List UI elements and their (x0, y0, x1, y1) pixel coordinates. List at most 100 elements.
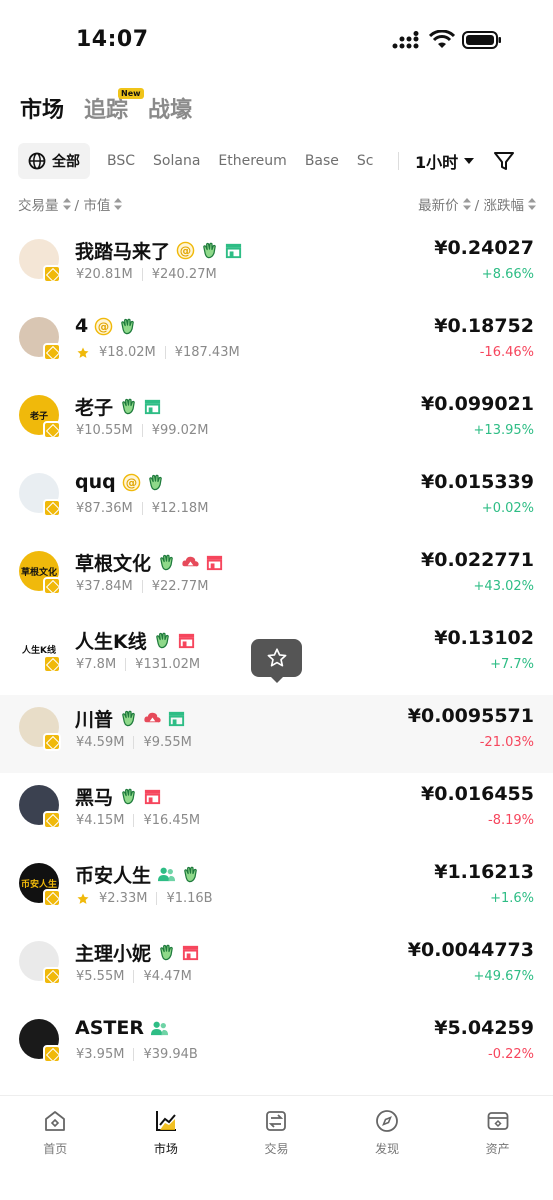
sort-arrows-icon[interactable] (62, 198, 71, 210)
chain-list: BSC Solana Ethereum Base Sc (98, 143, 398, 179)
token-market-cap: ¥187.43M (174, 345, 240, 360)
token-market-cap: ¥16.45M (143, 813, 201, 828)
token-volume: ¥10.55M (76, 423, 133, 438)
tab-tracking[interactable]: 追踪 New (84, 88, 144, 124)
hand-wave-icon (146, 473, 165, 492)
cellular-signal-icon (392, 31, 419, 49)
nav-discover[interactable]: 发现 (332, 1096, 443, 1200)
token-price: ¥0.022771 (421, 549, 534, 571)
token-volume: ¥37.84M (76, 579, 133, 594)
sort-mcap[interactable]: / 市值 (75, 194, 111, 214)
divider (398, 152, 399, 170)
divider (133, 814, 135, 827)
svg-text:@: @ (180, 243, 191, 257)
token-name: 币安人生 (75, 865, 152, 887)
token-meta: ¥4.15M ¥16.45M (76, 813, 200, 828)
at-mention-icon: @ (122, 473, 141, 492)
favorite-tooltip[interactable] (251, 639, 302, 683)
token-meta: ¥2.33M ¥1.16B (76, 891, 213, 906)
nav-trade[interactable]: 交易 (221, 1096, 332, 1200)
token-avatar (19, 785, 61, 829)
svg-text:@: @ (98, 319, 109, 333)
token-row[interactable]: 主理小妮 ¥5.55M ¥4.47M ¥0.0044773 +49.67% (0, 929, 553, 1007)
trade-swap-icon (266, 1111, 287, 1131)
token-price: ¥0.0044773 (407, 939, 534, 961)
discover-compass-icon (376, 1110, 398, 1132)
token-tags (150, 1019, 169, 1038)
people-icon (157, 865, 176, 884)
token-name: 草根文化 (75, 553, 152, 575)
token-meta: ¥18.02M ¥187.43M (76, 345, 240, 360)
token-avatar-text: 人生K线 (22, 645, 56, 656)
filter-icon[interactable] (493, 150, 515, 172)
sort-arrows-icon[interactable] (462, 198, 471, 210)
token-name-line: ASTER (75, 1017, 169, 1039)
token-meta: ¥87.36M ¥12.18M (76, 501, 208, 516)
bottom-nav: 首页 市场 交易 发现 资产 (0, 1095, 553, 1200)
token-price: ¥0.18752 (434, 315, 534, 337)
token-avatar-text: 币安人生 (20, 879, 57, 890)
time-range-select[interactable]: 1小时 (415, 149, 475, 173)
token-row[interactable]: quq @ ¥87.36M ¥12.18M ¥0.015339 +0.02% (0, 461, 553, 539)
token-price: ¥0.24027 (434, 237, 534, 259)
shop-green-icon (224, 241, 243, 260)
hand-wave-icon (200, 241, 219, 260)
token-row[interactable]: 川普 ¥4.59M ¥9.55M ¥0.0095571 -21.03% (0, 695, 553, 773)
token-row[interactable]: 我踏马来了 @ ¥20.81M ¥240.27M ¥0.24027 +8.66% (0, 227, 553, 305)
token-row[interactable]: ASTER ¥3.95M ¥39.94B ¥5.04259 -0.22% (0, 1007, 553, 1085)
sort-price[interactable]: 最新价 (418, 194, 459, 214)
token-row[interactable]: 4 @ ¥18.02M ¥187.43M ¥0.18752 -16.46% (0, 305, 553, 383)
token-avatar (19, 317, 61, 361)
caret-down-icon (464, 158, 475, 164)
chain-all-label: 全部 (52, 154, 80, 170)
nav-assets[interactable]: 资产 (442, 1096, 553, 1200)
tab-market[interactable]: 市场 (20, 92, 64, 124)
token-change: -8.19% (488, 813, 534, 828)
nav-market[interactable]: 市场 (111, 1096, 222, 1200)
sort-change[interactable]: / 涨跌幅 (475, 194, 524, 214)
divider (156, 892, 158, 905)
token-market-cap: ¥4.47M (143, 969, 192, 984)
token-row[interactable]: 老子 老子 ¥10.55M ¥99.02M ¥0.099021 +13.95% (0, 383, 553, 461)
sort-arrows-icon[interactable] (528, 198, 536, 210)
chain-all-button[interactable]: 全部 (18, 143, 90, 179)
hand-wave-icon (181, 865, 200, 884)
token-row[interactable]: 币安人生 币安人生 ¥2.33M ¥1.16B ¥1.16213 +1.6% (0, 851, 553, 929)
sort-volume[interactable]: 交易量 (18, 194, 59, 214)
token-tags: @ (94, 317, 137, 336)
token-meta: ¥3.95M ¥39.94B (76, 1047, 198, 1062)
token-price: ¥0.0095571 (407, 705, 534, 727)
sort-arrows-icon[interactable] (114, 198, 123, 210)
token-price: ¥0.13102 (434, 627, 534, 649)
tab-trenches[interactable]: 战壕 (148, 92, 192, 124)
token-change: +49.67% (473, 969, 534, 984)
token-name-line: 草根文化 (75, 549, 224, 576)
token-row[interactable]: 草根文化 草根文化 ¥37.84M ¥22.77M ¥0.022771 +43.… (0, 539, 553, 617)
chain-item-ethereum[interactable]: Ethereum (209, 153, 295, 169)
token-tags (119, 397, 162, 416)
token-market-cap: ¥22.77M (151, 579, 209, 594)
token-volume: ¥7.8M (76, 657, 117, 672)
wifi-icon (429, 30, 455, 48)
chain-item-bsc[interactable]: BSC (98, 153, 144, 169)
token-tags: @ (122, 473, 165, 492)
token-name-line: 川普 (75, 705, 186, 732)
nav-home[interactable]: 首页 (0, 1096, 111, 1200)
token-avatar: 老子 (19, 395, 61, 439)
token-avatar (19, 473, 61, 517)
globe-icon (28, 152, 46, 170)
token-name-line: 人生K线 (75, 627, 196, 654)
chain-item-solana[interactable]: Solana (144, 153, 209, 169)
token-tags (157, 865, 200, 884)
star-outline-icon (267, 648, 286, 667)
token-price: ¥1.16213 (434, 861, 534, 883)
token-price: ¥5.04259 (434, 1017, 534, 1039)
bsc-chain-badge-icon (43, 811, 61, 829)
chain-item-base[interactable]: Base (296, 153, 348, 169)
token-market-cap: ¥12.18M (151, 501, 209, 516)
chain-item-partial[interactable]: Sc (348, 153, 383, 169)
token-market-cap: ¥240.27M (151, 267, 217, 282)
nav-trade-label: 交易 (264, 1142, 289, 1156)
token-row[interactable]: 黑马 ¥4.15M ¥16.45M ¥0.016455 -8.19% (0, 773, 553, 851)
cloud-alert-icon (181, 553, 200, 572)
